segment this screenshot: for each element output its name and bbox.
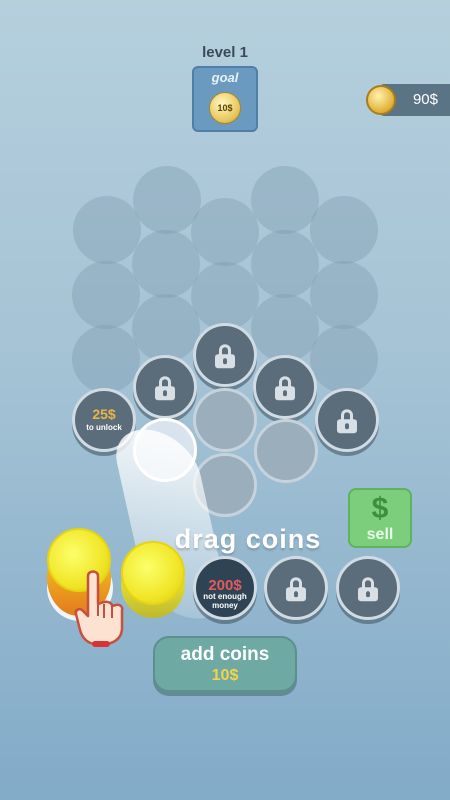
lock-icon [275, 376, 295, 401]
ghost-slot [132, 294, 200, 362]
ghost-slot [72, 261, 140, 329]
empty-slot[interactable] [193, 388, 257, 452]
locked-tray-slot[interactable] [336, 556, 400, 620]
lock-icon [286, 577, 306, 602]
ghost-slot [251, 166, 319, 234]
gold-coin-icon [366, 85, 396, 115]
goal-title: goal [211, 70, 239, 85]
ghost-slot [191, 262, 259, 330]
ghost-slot [251, 294, 319, 362]
pointing-hand-icon [74, 570, 124, 647]
unlock-price: 25$ [92, 406, 116, 422]
ghost-slot [310, 196, 378, 264]
ghost-slot [310, 325, 378, 393]
add-coins-label: add coins [180, 644, 270, 665]
not-enough-money-slot[interactable]: 200$ not enough money [193, 556, 257, 620]
goal-coin-icon: 10$ [209, 92, 241, 124]
coin-stack-top[interactable] [121, 541, 185, 605]
ghost-slot [72, 325, 140, 393]
empty-slot[interactable] [254, 419, 318, 483]
ghost-slot [132, 230, 200, 298]
add-coins-price: 10$ [211, 667, 239, 684]
goal-card: goal 10$ [192, 66, 258, 132]
level-label: level 1 [202, 44, 248, 61]
lock-icon [337, 409, 357, 434]
unlock-hint: to unlock [86, 423, 122, 432]
lock-icon [358, 577, 378, 602]
locked-tray-slot[interactable] [264, 556, 328, 620]
lock-icon [215, 344, 235, 369]
ghost-slot [310, 261, 378, 329]
locked-slot[interactable] [253, 355, 317, 419]
locked-slot[interactable] [315, 388, 379, 452]
ghost-slot [191, 198, 259, 266]
dollar-icon: $ [371, 492, 389, 525]
ghost-slot [73, 196, 141, 264]
lock-icon [155, 376, 175, 401]
add-coins-button[interactable]: add coins 10$ [153, 636, 297, 692]
locked-slot[interactable] [193, 323, 257, 387]
locked-slot[interactable] [133, 355, 197, 419]
ghost-slot [251, 230, 319, 298]
not-enough-label: not enough money [203, 592, 247, 610]
